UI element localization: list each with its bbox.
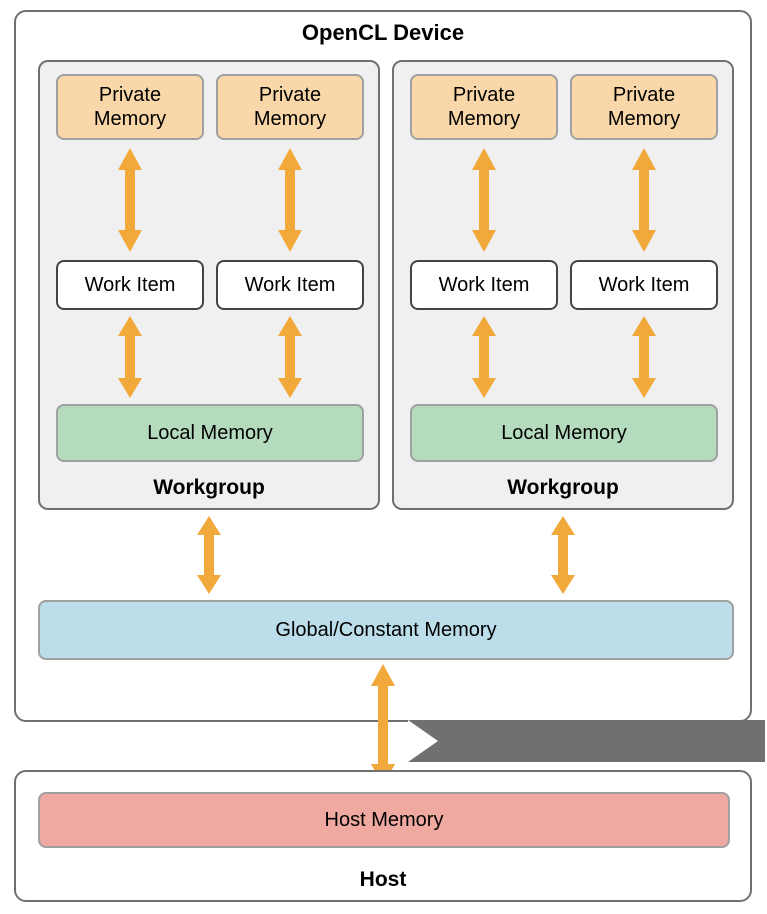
workgroup-label: Workgroup <box>394 476 732 500</box>
double-arrow-icon <box>632 316 656 398</box>
host-memory-label: Host Memory <box>325 809 444 832</box>
work-item-box: Work Item <box>216 260 364 310</box>
double-arrow-icon <box>118 148 142 252</box>
host-memory-box: Host Memory <box>38 792 730 848</box>
device-title: OpenCL Device <box>16 20 750 46</box>
private-memory-box: PrivateMemory <box>56 74 204 140</box>
local-memory-label: Local Memory <box>501 422 627 445</box>
work-item-box: Work Item <box>56 260 204 310</box>
local-memory-box: Local Memory <box>410 404 718 462</box>
double-arrow-icon <box>632 148 656 252</box>
work-item-label: Work Item <box>599 274 690 297</box>
double-arrow-icon <box>371 664 395 786</box>
double-arrow-icon <box>278 148 302 252</box>
connector-bar <box>408 720 765 762</box>
private-memory-box: PrivateMemory <box>216 74 364 140</box>
host-label: Host <box>16 868 750 892</box>
double-arrow-icon <box>118 316 142 398</box>
double-arrow-icon <box>278 316 302 398</box>
private-memory-label: PrivateMemory <box>254 83 326 131</box>
private-memory-label: PrivateMemory <box>94 83 166 131</box>
workgroup-label: Workgroup <box>40 476 378 500</box>
private-memory-box: PrivateMemory <box>570 74 718 140</box>
work-item-label: Work Item <box>85 274 176 297</box>
connector-notch <box>408 720 438 762</box>
work-item-box: Work Item <box>570 260 718 310</box>
double-arrow-icon <box>197 516 221 594</box>
double-arrow-icon <box>551 516 575 594</box>
private-memory-label: PrivateMemory <box>448 83 520 131</box>
host-container: Host Memory Host <box>14 770 752 902</box>
work-item-label: Work Item <box>245 274 336 297</box>
local-memory-box: Local Memory <box>56 404 364 462</box>
global-memory-box: Global/Constant Memory <box>38 600 734 660</box>
double-arrow-icon <box>472 148 496 252</box>
local-memory-label: Local Memory <box>147 422 273 445</box>
opencl-device-container: OpenCL Device PrivateMemory PrivateMemor… <box>14 10 752 722</box>
private-memory-box: PrivateMemory <box>410 74 558 140</box>
work-item-box: Work Item <box>410 260 558 310</box>
global-memory-label: Global/Constant Memory <box>275 619 496 642</box>
private-memory-label: PrivateMemory <box>608 83 680 131</box>
workgroup: PrivateMemory PrivateMemory Work Item Wo… <box>392 60 734 510</box>
work-item-label: Work Item <box>439 274 530 297</box>
workgroup: PrivateMemory PrivateMemory Work Item Wo… <box>38 60 380 510</box>
double-arrow-icon <box>472 316 496 398</box>
